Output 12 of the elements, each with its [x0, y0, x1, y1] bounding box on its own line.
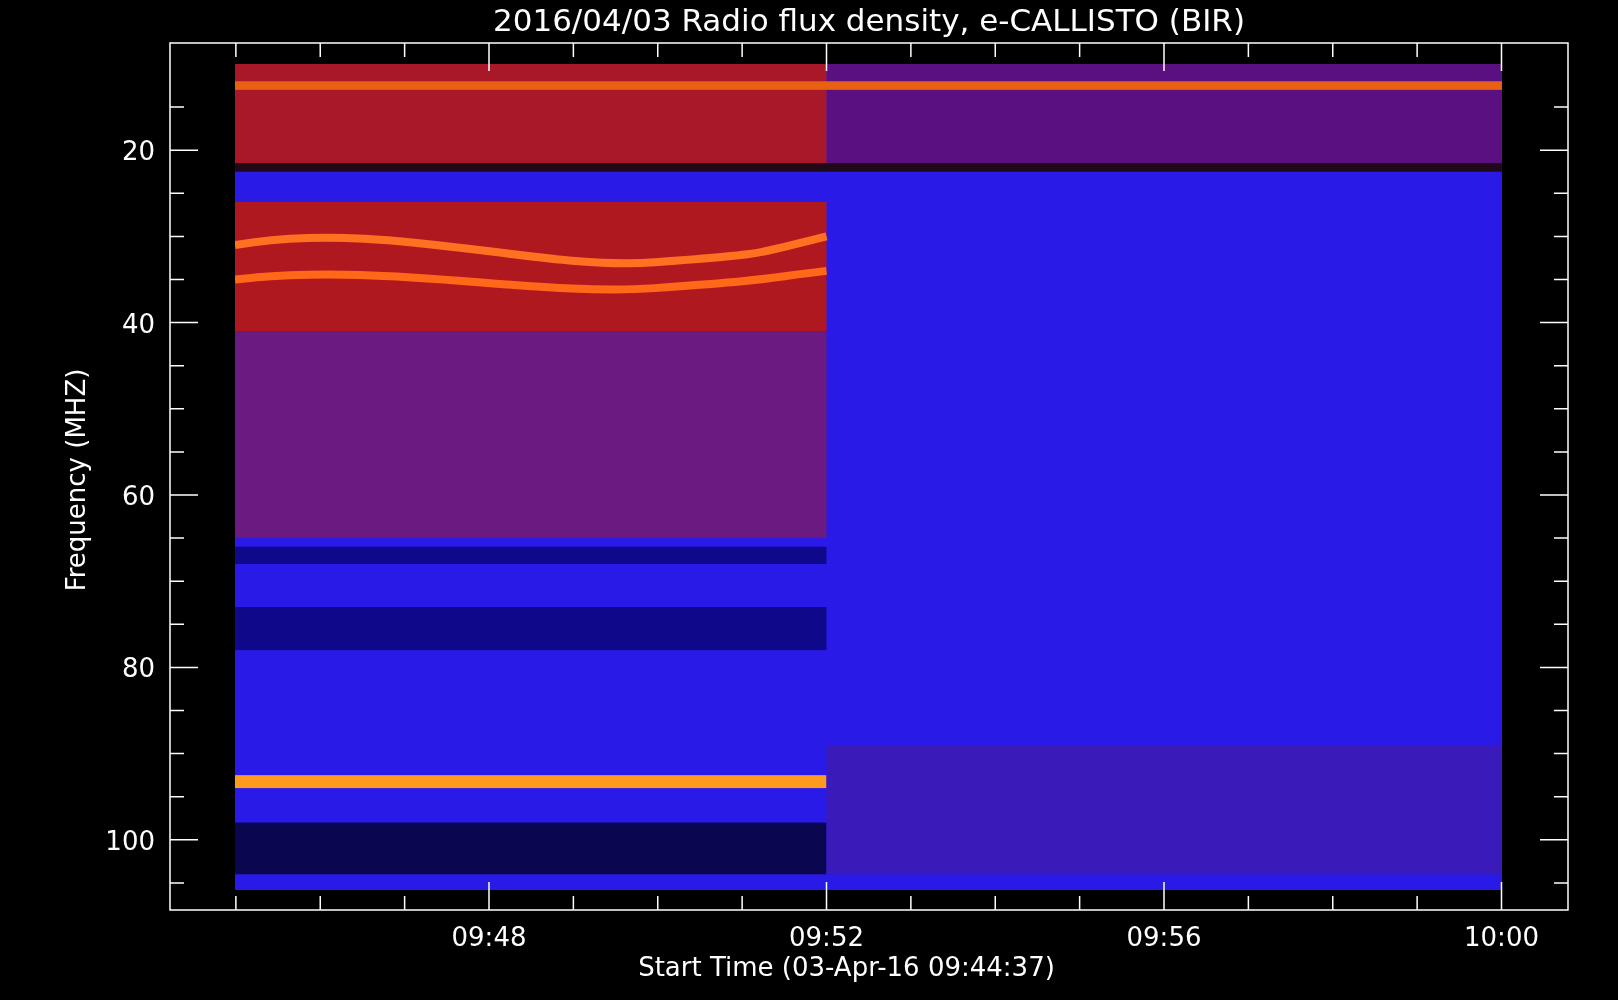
tick-label: 60	[121, 481, 155, 511]
tick-label: 10:00	[1464, 922, 1539, 952]
axis-label: Start Time (03-Apr-16 09:44:37)	[638, 952, 1055, 982]
tick-label: 100	[105, 825, 155, 856]
chart-title: 2016/04/03 Radio flux density, e-CALLISTO (BIR)	[493, 2, 1245, 38]
tick-label: 20	[121, 136, 155, 167]
tick-label: 09:56	[1126, 922, 1202, 952]
tick-label: 09:48	[451, 922, 527, 952]
tick-label: 09:52	[789, 922, 864, 952]
axis-label: Frequency (MHZ)	[61, 368, 91, 592]
tick-label: 40	[121, 308, 155, 339]
tick-label: 80	[121, 653, 155, 684]
